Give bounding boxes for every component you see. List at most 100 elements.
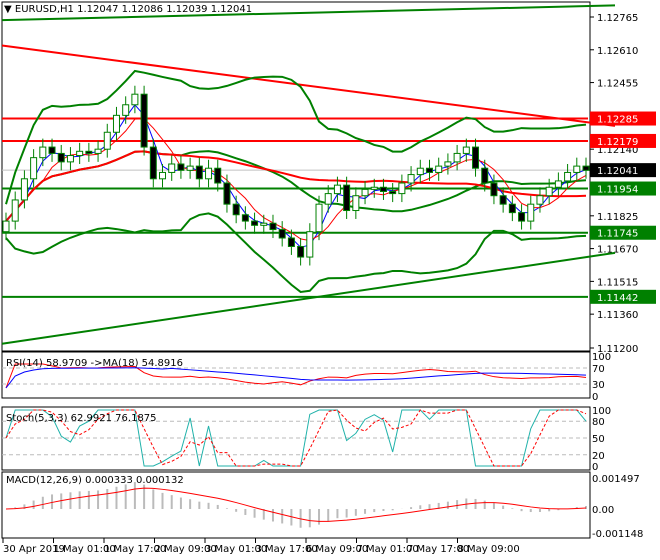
stoch-tick-label: 50 xyxy=(592,434,605,445)
open-value: 1.12047 xyxy=(77,4,119,15)
candle-body xyxy=(11,199,19,222)
candle-body xyxy=(112,114,120,133)
candle-body xyxy=(361,188,369,197)
candle-body xyxy=(343,184,351,212)
candle-body xyxy=(251,220,259,226)
collapse-triangle-icon[interactable]: ▼ xyxy=(4,4,12,15)
candle-body xyxy=(241,214,249,222)
rsi-ma-line xyxy=(5,367,587,389)
candle-body xyxy=(287,237,295,247)
candle-body xyxy=(214,167,222,184)
candle-body xyxy=(131,93,139,106)
candle-body xyxy=(425,167,433,173)
candle-body xyxy=(103,131,111,150)
high-value: 1.12086 xyxy=(121,4,163,15)
candle-body xyxy=(205,167,213,180)
low-value: 1.12039 xyxy=(166,4,208,15)
candle-body xyxy=(297,245,305,258)
candle-body xyxy=(177,163,185,171)
rsi-tick-label: 0 xyxy=(592,392,598,403)
candle-body xyxy=(306,231,314,258)
stoch-tick-label: 20 xyxy=(592,451,605,462)
bollinger-lower xyxy=(5,212,587,293)
candle-body xyxy=(39,146,47,159)
candle-body xyxy=(324,193,332,205)
candle-body xyxy=(2,220,10,233)
bid-price-label: 1.12041 xyxy=(597,166,638,177)
candle-body xyxy=(76,150,84,157)
candle-body xyxy=(472,146,480,169)
chart-window[interactable]: 1.12765 1.12610 1.12455 1.12140 1.11825 1.116… xyxy=(0,0,660,560)
candle-body xyxy=(168,163,176,173)
macd-tick-label: -0.001148 xyxy=(592,529,643,540)
price-tick-label: 1.12610 xyxy=(597,46,638,57)
candle-body xyxy=(518,212,526,222)
candle-body xyxy=(481,167,489,184)
candle-body xyxy=(462,146,470,154)
macd-tick-label: 0.00 xyxy=(592,505,614,516)
candle-body xyxy=(278,229,286,239)
candle-body xyxy=(564,171,572,182)
close-value: 1.12041 xyxy=(210,4,253,15)
candle-body xyxy=(435,165,443,173)
candle-body xyxy=(379,186,387,192)
candle-body xyxy=(315,203,323,233)
candle-body xyxy=(195,165,203,180)
macd-tick-label: 0.001497 xyxy=(592,474,640,485)
candle-body xyxy=(582,165,590,171)
price-tick-label: 1.11825 xyxy=(597,212,638,223)
candle-body xyxy=(545,186,553,197)
candle-body xyxy=(232,203,240,216)
candle-body xyxy=(223,182,231,205)
candle-body xyxy=(453,152,461,163)
candle-body xyxy=(48,146,56,154)
symbol-label: EURUSD,H1 xyxy=(14,4,74,15)
stoch-label: Stoch(5,3,3) 62.9921 76.1875 xyxy=(6,413,157,424)
bollinger-upper xyxy=(5,69,587,205)
price-tick-label: 1.11515 xyxy=(597,277,638,288)
stoch-tick-label: 0 xyxy=(592,462,598,473)
stoch-tick-label: 100 xyxy=(592,406,611,417)
candle-body xyxy=(444,161,452,167)
candle-body xyxy=(260,222,268,226)
candle-body xyxy=(269,222,277,231)
chart-title: ▼ EURUSD,H1 1.12047 1.12086 1.12039 1.12… xyxy=(4,4,252,15)
candle-body xyxy=(398,182,406,195)
bollinger-middle xyxy=(5,150,587,222)
level-price-label: 1.12179 xyxy=(597,137,638,148)
trendline xyxy=(1,251,616,345)
candle-body xyxy=(352,195,360,212)
level-price-label: 1.11442 xyxy=(597,293,638,304)
time-tick-label: 8 May 09:00 xyxy=(458,544,520,555)
candle-body xyxy=(140,93,148,148)
level-price-label: 1.11954 xyxy=(597,185,638,196)
candle-body xyxy=(149,146,157,180)
candle-body xyxy=(573,165,581,173)
candle-body xyxy=(407,174,415,184)
candle-body xyxy=(66,155,74,163)
candle-body xyxy=(57,152,65,163)
candle-body xyxy=(30,157,38,180)
candle-body xyxy=(85,150,93,154)
candle-body xyxy=(389,190,397,195)
candle-body xyxy=(333,184,341,195)
chart-canvas[interactable]: 1.127651.126101.124551.121401.118251.116… xyxy=(0,0,660,560)
level-price-label: 1.12285 xyxy=(597,115,638,126)
rsi-label: RSI(14) 58.9709 ->MA(18) 54.8916 xyxy=(6,358,183,369)
candle-body xyxy=(20,178,28,201)
candle-body xyxy=(370,186,378,190)
rsi-tick-label: 100 xyxy=(592,352,611,363)
price-tick-label: 1.11360 xyxy=(597,310,638,321)
candle-body xyxy=(554,180,562,188)
moving-average-mid xyxy=(5,118,587,242)
candle-body xyxy=(536,195,544,205)
candle-body xyxy=(122,104,130,116)
stoch-tick-label: 80 xyxy=(592,417,605,428)
price-tick-label: 1.12765 xyxy=(597,13,638,24)
candle-body xyxy=(499,195,507,205)
candle-body xyxy=(416,167,424,176)
macd-label: MACD(12,26,9) 0.000333 0.000132 xyxy=(6,475,184,486)
level-price-label: 1.11745 xyxy=(597,229,638,240)
candle-body xyxy=(94,148,102,154)
candle-body xyxy=(159,171,167,180)
